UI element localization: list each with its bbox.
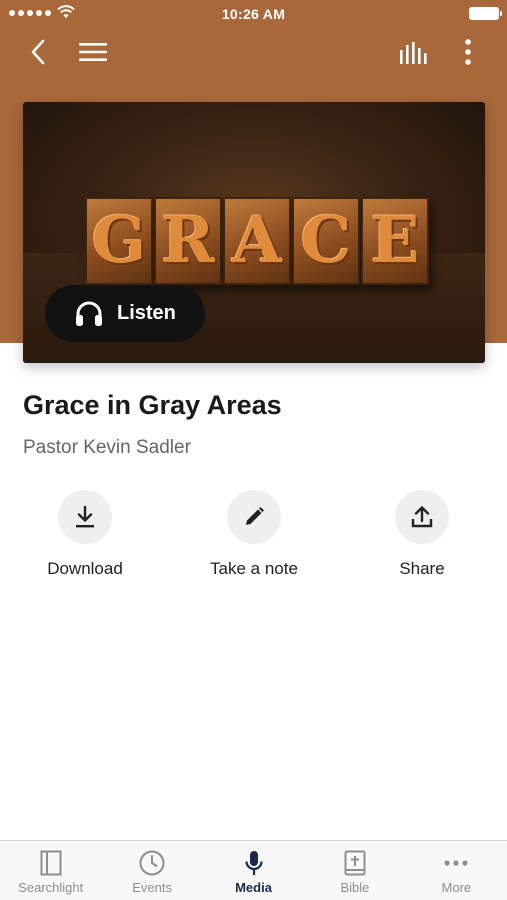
tab-label: Bible — [340, 880, 370, 895]
take-note-label: Take a note — [210, 559, 298, 578]
equalizer-icon — [400, 42, 427, 64]
tab-label: Searchlight — [18, 880, 84, 895]
status-bar: 10:26 AM — [0, 0, 507, 28]
tab-more[interactable]: More — [406, 841, 507, 900]
letter-block: E — [361, 197, 429, 285]
share-button[interactable]: Share — [352, 490, 492, 579]
microphone-icon — [244, 851, 263, 875]
note-icon-circle — [227, 490, 281, 544]
tab-bible[interactable]: Bible — [304, 841, 405, 900]
headphones-icon — [76, 301, 102, 326]
hamburger-icon — [79, 43, 107, 61]
back-button[interactable] — [22, 36, 54, 68]
listen-label: Listen — [117, 302, 176, 324]
vertical-dots-icon — [465, 39, 471, 65]
share-label: Share — [399, 559, 445, 578]
more-options-button[interactable] — [455, 36, 481, 68]
book-icon — [40, 850, 62, 876]
tab-searchlight[interactable]: Searchlight — [0, 841, 101, 900]
letter-block: C — [292, 197, 360, 285]
tab-label: Events — [132, 880, 172, 895]
bible-icon — [344, 850, 366, 876]
download-label: Download — [47, 559, 123, 578]
menu-button[interactable] — [76, 36, 110, 68]
sermon-title: Grace in Gray Areas — [23, 390, 282, 420]
pencil-icon — [246, 507, 264, 525]
battery-icon — [469, 7, 502, 20]
clock-icon — [139, 850, 165, 876]
tab-label: Media — [235, 880, 272, 895]
horizontal-dots-icon — [444, 860, 468, 866]
status-time: 10:26 AM — [221, 6, 286, 22]
download-icon-circle — [58, 490, 112, 544]
share-upload-icon — [411, 506, 433, 528]
letter-block: A — [223, 197, 291, 285]
tab-label: More — [441, 880, 472, 895]
tab-events[interactable]: Events — [101, 841, 202, 900]
chevron-left-icon — [31, 39, 45, 65]
sermon-speaker: Pastor Kevin Sadler — [23, 437, 191, 458]
listen-button[interactable]: Listen — [45, 285, 205, 342]
tab-media[interactable]: Media — [203, 841, 304, 900]
take-note-button[interactable]: Take a note — [184, 490, 324, 579]
audio-equalizer-button[interactable] — [396, 38, 432, 68]
artwork-letter-blocks: G R A C E — [85, 197, 430, 285]
letter-block: R — [154, 197, 222, 285]
letter-block: G — [85, 197, 153, 285]
share-icon-circle — [395, 490, 449, 544]
download-icon — [76, 505, 94, 528]
download-button[interactable]: Download — [15, 490, 155, 579]
bottom-tab-bar: Searchlight Events Media Bible More — [0, 840, 507, 900]
